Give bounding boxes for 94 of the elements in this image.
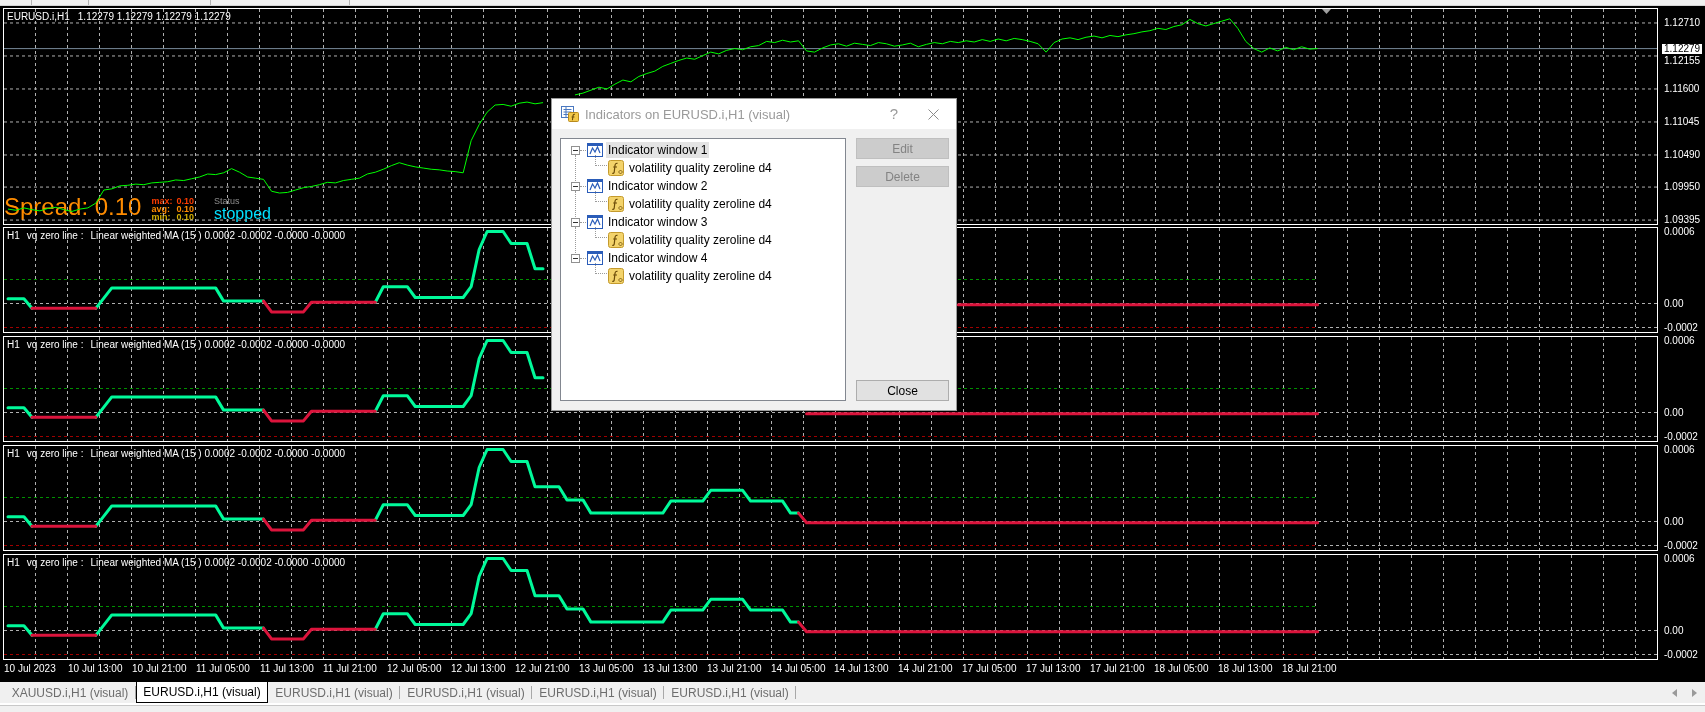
tree-item[interactable]: volatility quality zeroline d4 xyxy=(627,196,774,212)
time-axis-label: 17 Jul 13:00 xyxy=(1026,663,1081,675)
time-axis-label: 17 Jul 05:00 xyxy=(962,663,1017,675)
time-axis-label: 13 Jul 13:00 xyxy=(643,663,698,675)
time-axis-label: 17 Jul 21:00 xyxy=(1090,663,1145,675)
time-axis-label: 14 Jul 21:00 xyxy=(898,663,953,675)
indicator-axis-label: -0.0002 xyxy=(1664,431,1698,442)
price-axis-label: 1.10490 xyxy=(1664,149,1701,160)
chart-window-icon xyxy=(587,251,603,265)
price-axis-label: 1.11045 xyxy=(1664,116,1700,127)
tree-item[interactable]: Indicator window 2 xyxy=(606,178,710,194)
close-icon[interactable] xyxy=(928,108,939,120)
shift-marker-icon[interactable] xyxy=(1322,9,1331,14)
function-icon xyxy=(608,268,624,284)
function-icon xyxy=(608,196,624,212)
tree-item[interactable]: Indicator window 4 xyxy=(606,250,710,266)
collapse-icon[interactable] xyxy=(571,253,580,263)
indicator-details: Linear weighted MA (15 ) 0.0002 -0.0002 -0.0000 -0.0000 xyxy=(90,339,346,351)
indicator-axis-label: 0.0006 xyxy=(1664,226,1695,237)
time-axis-label: 10 Jul 13:00 xyxy=(68,663,123,675)
collapse-icon[interactable] xyxy=(571,145,580,155)
price-axis-label: 1.12155 xyxy=(1664,55,1701,66)
collapse-icon[interactable] xyxy=(571,181,580,191)
spread-stat-value: 0.10 xyxy=(176,197,194,205)
indicator-axis-label: -0.0002 xyxy=(1664,649,1698,660)
timeframe-label: H1 xyxy=(7,557,20,569)
price-axis-label: 1.09395 xyxy=(1664,215,1701,226)
quote-values: 1.12279 1.12279 1.12279 1.12279 xyxy=(77,11,231,23)
time-axis-label: 12 Jul 05:00 xyxy=(387,663,442,675)
tree-item[interactable]: Indicator window 1 xyxy=(606,142,710,158)
indicator-axis-label: 0.0006 xyxy=(1664,335,1695,346)
indicator-details: Linear weighted MA (15 ) 0.0002 -0.0002 -0.0000 -0.0000 xyxy=(90,557,346,569)
price-axis-label: 1.09950 xyxy=(1664,182,1701,193)
chart-window-icon xyxy=(587,179,603,193)
time-axis-label: 14 Jul 05:00 xyxy=(771,663,826,675)
indicator-list-icon xyxy=(561,106,579,122)
indicator-name: vq zero line : xyxy=(26,557,84,569)
dialog-title: Indicators on EURUSD.i,H1 (visual) xyxy=(585,106,791,122)
close-button[interactable]: Close xyxy=(856,380,949,401)
spread-stat-value: 0.10 xyxy=(176,205,194,213)
indicator-details: Linear weighted MA (15 ) 0.0002 -0.0002 -0.0000 -0.0000 xyxy=(90,448,346,460)
time-axis-label: 10 Jul 21:00 xyxy=(132,663,187,675)
chart-window-icon xyxy=(587,143,603,157)
indicator-axis-label: 0.00 xyxy=(1664,407,1684,418)
chart-window-icon xyxy=(587,215,603,229)
tree-connector-line xyxy=(580,185,586,187)
collapse-icon[interactable] xyxy=(571,217,580,227)
indicator-axis-label: 0.00 xyxy=(1664,516,1684,527)
status-value: stopped xyxy=(214,206,271,222)
tree-item[interactable]: volatility quality zeroline d4 xyxy=(627,160,774,176)
chart-tab[interactable]: EURUSD.i,H1 (visual) xyxy=(136,682,268,703)
time-axis-label: 11 Jul 05:00 xyxy=(196,663,250,675)
time-axis-label: 12 Jul 21:00 xyxy=(515,663,570,675)
time-axis-label: 11 Jul 13:00 xyxy=(260,663,314,675)
price-axis-label: 1.11600 xyxy=(1664,83,1700,94)
time-axis-label: 10 Jul 2023 xyxy=(4,663,56,675)
indicator-axis-label: 0.0006 xyxy=(1664,444,1695,455)
function-icon xyxy=(608,160,624,176)
indicator-axis-label: 0.0006 xyxy=(1664,553,1695,564)
indicator-details: Linear weighted MA (15 ) 0.0002 -0.0002 -0.0000 -0.0000 xyxy=(90,230,346,242)
timeframe-label: H1 xyxy=(7,230,20,242)
time-axis-label: 18 Jul 13:00 xyxy=(1218,663,1273,675)
tree-item[interactable]: volatility quality zeroline d4 xyxy=(627,232,774,248)
time-axis-label: 13 Jul 21:00 xyxy=(707,663,762,675)
spread-stat-value: 0.10 xyxy=(176,213,194,221)
time-axis-label: 11 Jul 21:00 xyxy=(323,663,377,675)
time-axis-label: 13 Jul 05:00 xyxy=(579,663,634,675)
timeframe-label: H1 xyxy=(7,339,20,351)
timeframe-label: H1 xyxy=(7,448,20,460)
tree-connector-line xyxy=(580,257,586,259)
tree-item[interactable]: Indicator window 3 xyxy=(606,214,710,230)
indicator-axis-label: 0.00 xyxy=(1664,298,1684,309)
indicator-name: vq zero line : xyxy=(26,230,84,242)
function-icon xyxy=(608,232,624,248)
time-axis-label: 18 Jul 21:00 xyxy=(1282,663,1337,675)
tree-item[interactable]: volatility quality zeroline d4 xyxy=(627,268,774,284)
indicator-axis-label: -0.0002 xyxy=(1664,322,1698,333)
indicator-name: vq zero line : xyxy=(26,448,84,460)
current-price-label: 1.12279 xyxy=(1662,43,1703,54)
tree-connector-line xyxy=(595,263,607,274)
symbol-label: EURUSD.i,H1 xyxy=(7,11,70,23)
tree-connector-line xyxy=(580,221,586,223)
indicator-name: vq zero line : xyxy=(26,339,84,351)
tree-connector-line xyxy=(595,191,607,202)
indicator-axis-label: 0.00 xyxy=(1664,625,1684,636)
status-label: Status xyxy=(214,196,240,206)
indicator-axis-label: -0.0002 xyxy=(1664,540,1698,551)
time-axis-label: 18 Jul 05:00 xyxy=(1154,663,1209,675)
time-axis-label: 14 Jul 13:00 xyxy=(834,663,889,675)
time-axis-label: 12 Jul 13:00 xyxy=(451,663,506,675)
tree-connector-line xyxy=(580,149,586,151)
tree-connector-line xyxy=(595,227,607,238)
tree-connector-line xyxy=(595,155,607,166)
price-axis-label: 1.12710 xyxy=(1664,17,1701,28)
